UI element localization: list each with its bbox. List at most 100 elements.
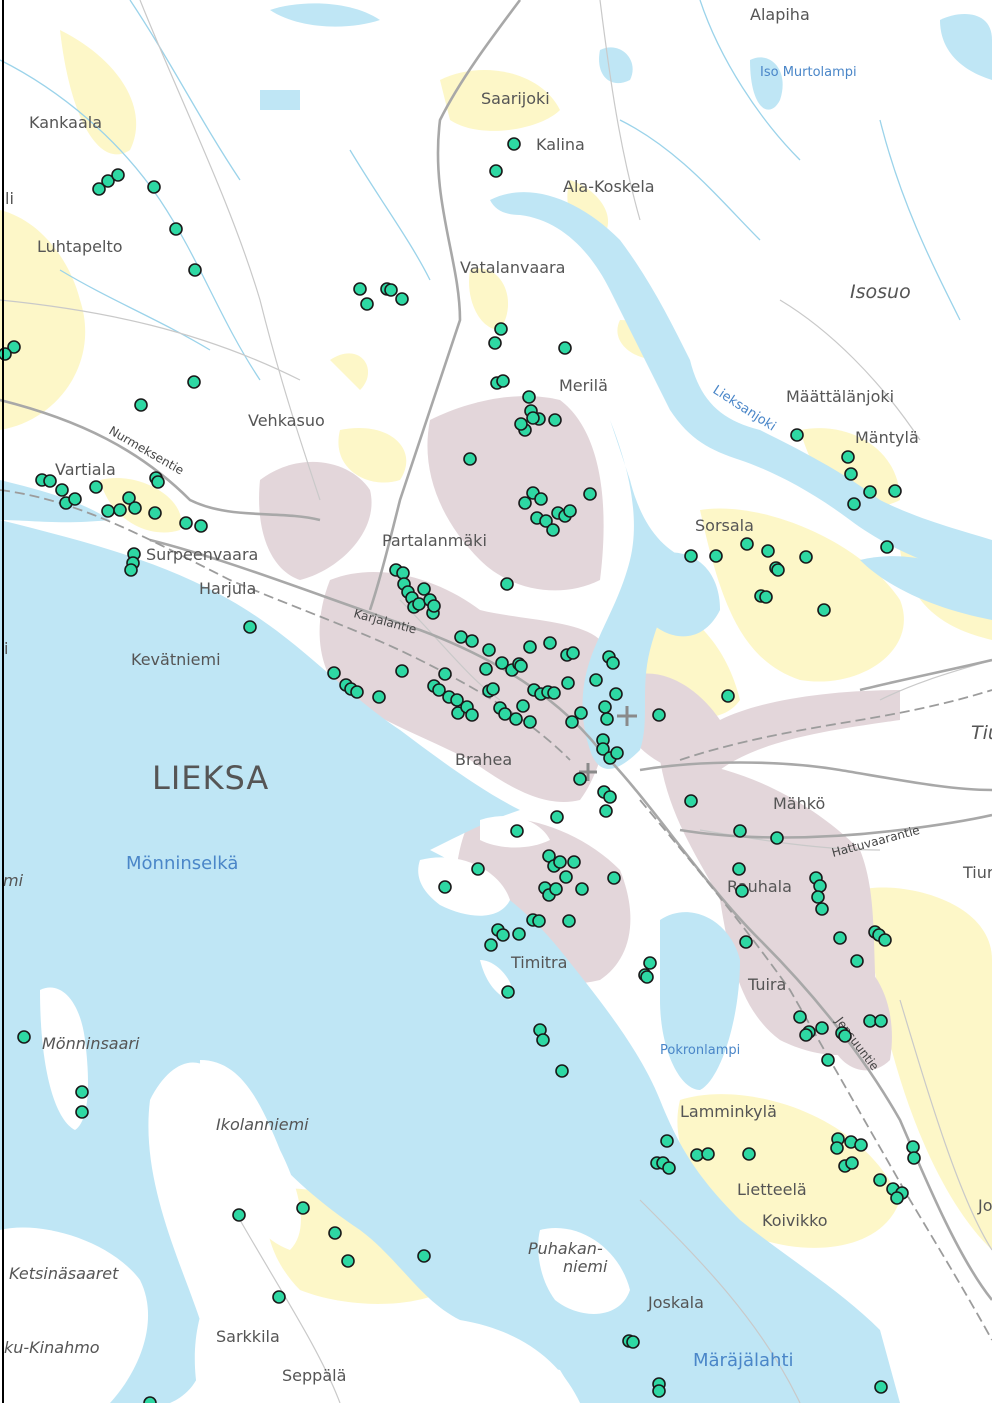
- location-marker[interactable]: [482, 643, 496, 657]
- location-marker[interactable]: [880, 540, 894, 554]
- location-marker[interactable]: [463, 452, 477, 466]
- location-marker[interactable]: [878, 933, 892, 947]
- location-marker[interactable]: [296, 1201, 310, 1215]
- location-marker[interactable]: [147, 180, 161, 194]
- location-marker[interactable]: [272, 1290, 286, 1304]
- location-marker[interactable]: [101, 504, 115, 518]
- location-marker[interactable]: [396, 566, 410, 580]
- location-marker[interactable]: [662, 1161, 676, 1175]
- location-marker[interactable]: [134, 398, 148, 412]
- location-marker[interactable]: [600, 712, 614, 726]
- location-marker[interactable]: [514, 659, 528, 673]
- location-marker[interactable]: [845, 1156, 859, 1170]
- location-marker[interactable]: [607, 871, 621, 885]
- location-marker[interactable]: [684, 549, 698, 563]
- location-marker[interactable]: [652, 1384, 666, 1398]
- location-marker[interactable]: [660, 1134, 674, 1148]
- location-marker[interactable]: [549, 882, 563, 896]
- location-marker[interactable]: [690, 1148, 704, 1162]
- location-marker[interactable]: [55, 483, 69, 497]
- location-marker[interactable]: [562, 914, 576, 928]
- location-marker[interactable]: [496, 928, 510, 942]
- location-marker[interactable]: [509, 712, 523, 726]
- location-marker[interactable]: [43, 474, 57, 488]
- location-marker[interactable]: [790, 428, 804, 442]
- location-marker[interactable]: [179, 516, 193, 530]
- location-marker[interactable]: [543, 636, 557, 650]
- location-marker[interactable]: [548, 413, 562, 427]
- location-marker[interactable]: [471, 862, 485, 876]
- location-marker[interactable]: [573, 772, 587, 786]
- location-marker[interactable]: [652, 708, 666, 722]
- location-marker[interactable]: [232, 1208, 246, 1222]
- location-marker[interactable]: [830, 1141, 844, 1155]
- location-marker[interactable]: [770, 831, 784, 845]
- location-marker[interactable]: [740, 537, 754, 551]
- location-marker[interactable]: [500, 577, 514, 591]
- location-marker[interactable]: [701, 1147, 715, 1161]
- location-marker[interactable]: [721, 689, 735, 703]
- location-marker[interactable]: [512, 927, 526, 941]
- location-marker[interactable]: [113, 503, 127, 517]
- location-marker[interactable]: [813, 879, 827, 893]
- location-marker[interactable]: [841, 450, 855, 464]
- location-marker[interactable]: [684, 794, 698, 808]
- location-marker[interactable]: [395, 664, 409, 678]
- location-marker[interactable]: [327, 666, 341, 680]
- location-marker[interactable]: [128, 501, 142, 515]
- location-marker[interactable]: [742, 1147, 756, 1161]
- location-marker[interactable]: [496, 374, 510, 388]
- location-marker[interactable]: [563, 504, 577, 518]
- location-marker[interactable]: [523, 640, 537, 654]
- location-marker[interactable]: [817, 603, 831, 617]
- location-marker[interactable]: [583, 487, 597, 501]
- location-marker[interactable]: [599, 804, 613, 818]
- location-marker[interactable]: [395, 292, 409, 306]
- location-marker[interactable]: [906, 1140, 920, 1154]
- location-marker[interactable]: [609, 687, 623, 701]
- location-marker[interactable]: [479, 662, 493, 676]
- location-marker[interactable]: [169, 222, 183, 236]
- location-marker[interactable]: [874, 1014, 888, 1028]
- location-marker[interactable]: [360, 297, 374, 311]
- location-marker[interactable]: [546, 523, 560, 537]
- location-marker[interactable]: [194, 519, 208, 533]
- location-marker[interactable]: [417, 582, 431, 596]
- location-marker[interactable]: [598, 700, 612, 714]
- location-marker[interactable]: [566, 646, 580, 660]
- location-marker[interactable]: [438, 667, 452, 681]
- location-marker[interactable]: [526, 411, 540, 425]
- location-marker[interactable]: [143, 1396, 157, 1403]
- location-marker[interactable]: [626, 1335, 640, 1349]
- location-marker[interactable]: [550, 810, 564, 824]
- location-marker[interactable]: [350, 685, 364, 699]
- location-marker[interactable]: [111, 168, 125, 182]
- location-marker[interactable]: [438, 880, 452, 894]
- location-marker[interactable]: [640, 970, 654, 984]
- location-marker[interactable]: [516, 699, 530, 713]
- location-marker[interactable]: [514, 417, 528, 431]
- location-marker[interactable]: [850, 954, 864, 968]
- location-marker[interactable]: [151, 475, 165, 489]
- location-marker[interactable]: [793, 1010, 807, 1024]
- location-marker[interactable]: [815, 1021, 829, 1035]
- location-marker[interactable]: [522, 390, 536, 404]
- location-marker[interactable]: [518, 496, 532, 510]
- location-marker[interactable]: [417, 1249, 431, 1263]
- location-marker[interactable]: [532, 914, 546, 928]
- location-marker[interactable]: [486, 682, 500, 696]
- location-marker[interactable]: [372, 690, 386, 704]
- location-marker[interactable]: [847, 497, 861, 511]
- location-marker[interactable]: [603, 790, 617, 804]
- location-marker[interactable]: [890, 1191, 904, 1205]
- location-marker[interactable]: [75, 1085, 89, 1099]
- location-marker[interactable]: [547, 686, 561, 700]
- location-marker[interactable]: [494, 322, 508, 336]
- location-marker[interactable]: [815, 902, 829, 916]
- location-marker[interactable]: [124, 563, 138, 577]
- location-marker[interactable]: [888, 484, 902, 498]
- location-marker[interactable]: [427, 599, 441, 613]
- location-marker[interactable]: [606, 656, 620, 670]
- location-marker[interactable]: [799, 550, 813, 564]
- location-marker[interactable]: [188, 263, 202, 277]
